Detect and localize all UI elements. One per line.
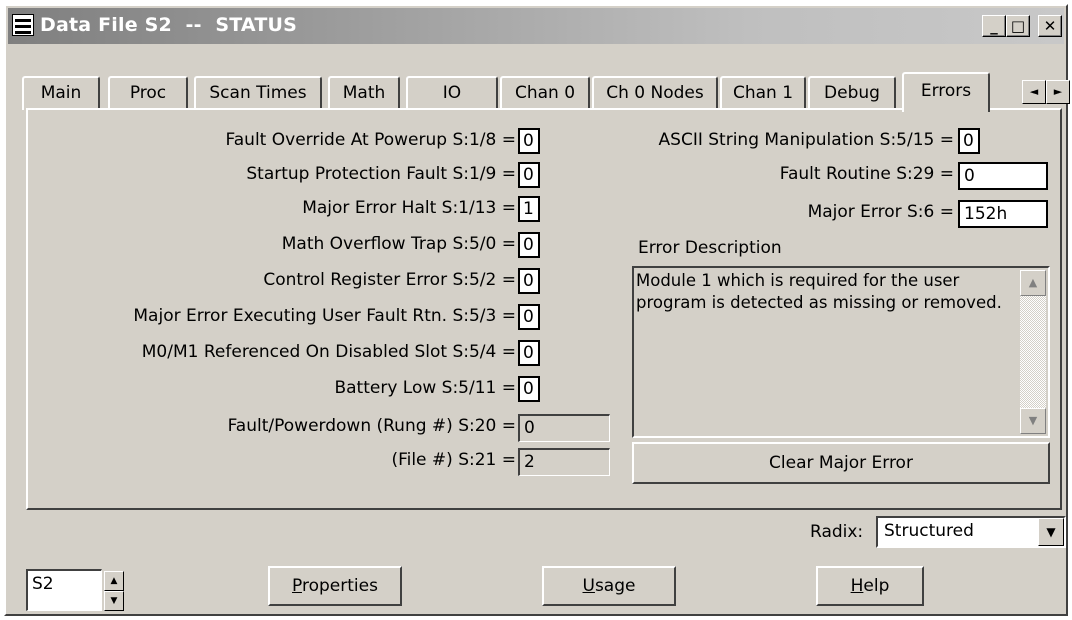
properties-button[interactable]: Properties <box>268 566 402 606</box>
help-button[interactable]: Help <box>816 566 924 606</box>
control-register-error-value[interactable]: 0 <box>518 268 540 294</box>
startup-protection-label: Startup Protection Fault S:1/9 = <box>246 164 516 184</box>
window-title: Data File S2 -- STATUS <box>40 14 298 36</box>
tab-scan-times[interactable]: Scan Times <box>194 76 322 110</box>
ascii-string-manipulation-value[interactable]: 0 <box>958 128 980 154</box>
major-error-user-fault-value[interactable]: 0 <box>518 304 540 330</box>
tab-chan-1[interactable]: Chan 1 <box>720 76 806 110</box>
file-number-value: 2 <box>518 448 610 476</box>
description-scrollbar[interactable]: ▲ ▼ <box>1020 270 1046 434</box>
error-description-box[interactable]: Module 1 which is required for the user … <box>632 266 1050 438</box>
tab-proc[interactable]: Proc <box>108 76 188 110</box>
fault-override-value[interactable]: 0 <box>518 128 540 154</box>
m0-m1-referenced-label: M0/M1 Referenced On Disabled Slot S:5/4 … <box>141 342 516 362</box>
math-overflow-label: Math Overflow Trap S:5/0 = <box>281 234 516 254</box>
chevron-down-icon[interactable]: ▼ <box>1038 518 1064 546</box>
scroll-track[interactable] <box>1020 296 1046 408</box>
minimize-button[interactable]: _ <box>982 15 1006 37</box>
fault-routine-value[interactable]: 0 <box>958 162 1048 190</box>
usage-button[interactable]: Usage <box>542 566 676 606</box>
fault-powerdown-label: Fault/Powerdown (Rung #) S:20 = <box>227 416 516 436</box>
radix-label: Radix: <box>810 522 864 542</box>
major-error-user-fault-label: Major Error Executing User Fault Rtn. S:… <box>133 306 516 326</box>
m0-m1-referenced-value[interactable]: 0 <box>518 340 540 366</box>
data-file-window: Data File S2 -- STATUS _ □ ✕ Main Proc S… <box>4 4 1070 616</box>
tab-ch-0-nodes[interactable]: Ch 0 Nodes <box>592 76 718 110</box>
math-overflow-value[interactable]: 0 <box>518 232 540 258</box>
tab-main[interactable]: Main <box>22 76 100 110</box>
battery-low-label: Battery Low S:5/11 = <box>334 378 516 398</box>
major-error-halt-value[interactable]: 1 <box>518 196 540 222</box>
error-description-label: Error Description <box>638 238 782 258</box>
errors-panel: Fault Override At Powerup S:1/8 = 0 Star… <box>26 108 1062 510</box>
close-button[interactable]: ✕ <box>1038 15 1062 37</box>
tab-strip: Main Proc Scan Times Math IO Chan 0 Ch 0… <box>22 72 1070 112</box>
startup-protection-value[interactable]: 0 <box>518 162 540 188</box>
ascii-string-manipulation-label: ASCII String Manipulation S:5/15 = <box>658 130 954 150</box>
tab-scroll-right-button[interactable]: ► <box>1046 80 1070 104</box>
spin-up-icon[interactable]: ▲ <box>104 571 124 591</box>
maximize-button[interactable]: □ <box>1006 15 1030 37</box>
major-error-value[interactable]: 152h <box>958 200 1048 228</box>
fault-powerdown-value: 0 <box>518 414 610 442</box>
scroll-down-icon[interactable]: ▼ <box>1020 408 1046 434</box>
clear-major-error-button[interactable]: Clear Major Error <box>632 442 1050 484</box>
error-description-text: Module 1 which is required for the user … <box>636 271 1002 312</box>
tab-io[interactable]: IO <box>406 76 498 110</box>
radix-value: Structured <box>884 521 974 541</box>
fault-override-label: Fault Override At Powerup S:1/8 = <box>225 130 516 150</box>
fault-routine-label: Fault Routine S:29 = <box>779 164 954 184</box>
spin-down-icon[interactable]: ▼ <box>104 591 124 611</box>
control-register-error-label: Control Register Error S:5/2 = <box>263 270 516 290</box>
major-error-label: Major Error S:6 = <box>807 202 954 222</box>
major-error-halt-label: Major Error Halt S:1/13 = <box>302 198 516 218</box>
tab-debug[interactable]: Debug <box>808 76 896 110</box>
title-bar[interactable]: Data File S2 -- STATUS _ □ ✕ <box>8 8 1064 44</box>
battery-low-value[interactable]: 0 <box>518 376 540 402</box>
radix-select[interactable]: Structured ▼ <box>876 516 1066 548</box>
tab-chan-0[interactable]: Chan 0 <box>500 76 590 110</box>
scroll-up-icon[interactable]: ▲ <box>1020 270 1046 296</box>
file-selector-input[interactable]: S2 <box>26 569 102 611</box>
tab-math[interactable]: Math <box>328 76 400 110</box>
file-number-label: (File #) S:21 = <box>391 450 516 470</box>
tab-scroll-left-button[interactable]: ◄ <box>1022 80 1046 104</box>
tab-errors[interactable]: Errors <box>902 72 990 112</box>
data-file-icon <box>12 14 34 36</box>
